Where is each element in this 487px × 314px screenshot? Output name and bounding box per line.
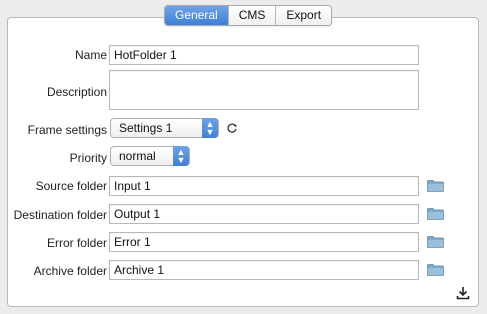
source-folder-label: Source folder <box>35 179 107 193</box>
priority-value: normal <box>119 149 156 163</box>
archive-folder-label: Archive folder <box>33 264 107 278</box>
refresh-icon[interactable] <box>226 122 238 134</box>
folder-icon[interactable] <box>427 264 444 276</box>
tab-export[interactable]: Export <box>275 6 332 25</box>
description-field[interactable] <box>109 70 419 110</box>
name-field[interactable]: HotFolder 1 <box>109 45 419 65</box>
description-label: Description <box>46 85 107 99</box>
source-folder-field[interactable]: Input 1 <box>109 176 419 196</box>
chevron-up-down-icon: ▲ ▼ <box>202 118 218 138</box>
download-icon[interactable] <box>456 286 470 300</box>
frame-settings-value: Settings 1 <box>119 121 173 135</box>
folder-icon[interactable] <box>427 208 444 220</box>
folder-icon[interactable] <box>427 236 444 248</box>
error-folder-label: Error folder <box>46 236 107 250</box>
tab-bar: General CMS Export <box>164 5 333 26</box>
folder-icon[interactable] <box>427 180 444 192</box>
archive-folder-field[interactable]: Archive 1 <box>109 260 419 280</box>
priority-label: Priority <box>69 151 107 165</box>
error-folder-field[interactable]: Error 1 <box>109 232 419 252</box>
destination-folder-field[interactable]: Output 1 <box>109 204 419 224</box>
tab-general[interactable]: General <box>165 6 228 25</box>
priority-select[interactable]: normal ▲ ▼ <box>110 146 190 166</box>
frame-settings-label: Frame settings <box>27 123 107 137</box>
frame-settings-select[interactable]: Settings 1 ▲ ▼ <box>110 118 219 138</box>
chevron-up-down-icon: ▲ ▼ <box>173 146 189 166</box>
destination-folder-label: Destination folder <box>13 208 107 222</box>
name-label: Name <box>74 48 107 62</box>
tab-cms[interactable]: CMS <box>227 6 276 25</box>
